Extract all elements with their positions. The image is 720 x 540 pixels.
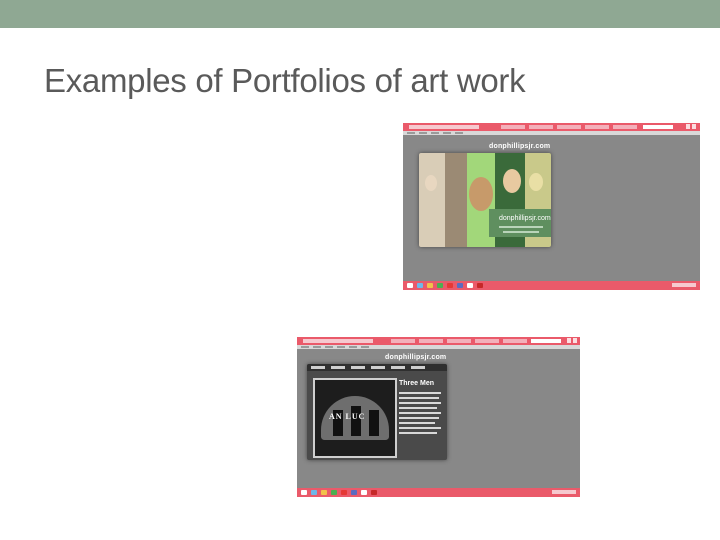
portfolio-screenshot-1: donphillipsjr.com donphillipsjr.com xyxy=(403,123,700,290)
minimize-icon xyxy=(686,124,690,129)
portfolio-page: AN LUC Three Men xyxy=(307,364,447,460)
browser-tab xyxy=(419,339,443,343)
address-bar xyxy=(409,125,479,129)
address-bar xyxy=(303,339,373,343)
browser-menu-bar xyxy=(403,131,700,135)
browser-tab xyxy=(447,339,471,343)
system-tray xyxy=(672,283,696,287)
system-tray xyxy=(552,490,576,494)
minimize-icon xyxy=(567,338,571,343)
browser-tab xyxy=(529,125,553,129)
browser-title-bar xyxy=(297,337,580,345)
slide-header-bar xyxy=(0,0,720,28)
site-name: donphillipsjr.com xyxy=(489,143,551,150)
browser-tab xyxy=(503,339,527,343)
portfolio-gallery: donphillipsjr.com xyxy=(419,153,551,247)
gallery-caption: donphillipsjr.com xyxy=(499,215,551,222)
close-icon xyxy=(573,338,577,343)
browser-tab xyxy=(585,125,609,129)
taskbar xyxy=(297,488,580,497)
browser-tab xyxy=(501,125,525,129)
browser-tab-active xyxy=(531,339,561,343)
browser-tab xyxy=(613,125,637,129)
taskbar xyxy=(403,281,700,290)
artwork-title: Three Men xyxy=(399,380,435,387)
close-icon xyxy=(692,124,696,129)
portfolio-screenshot-2: donphillipsjr.com AN LUC Three Men xyxy=(297,337,580,497)
site-name: donphillipsjr.com xyxy=(385,354,447,361)
artwork-image: AN LUC xyxy=(313,378,397,458)
browser-tab xyxy=(391,339,415,343)
browser-tab xyxy=(475,339,499,343)
slide-title: Examples of Portfolios of art work xyxy=(44,62,526,99)
artwork-caption: AN LUC xyxy=(329,412,366,421)
browser-tab-active xyxy=(643,125,673,129)
browser-tab xyxy=(557,125,581,129)
browser-title-bar xyxy=(403,123,700,131)
browser-menu-bar xyxy=(297,345,580,349)
